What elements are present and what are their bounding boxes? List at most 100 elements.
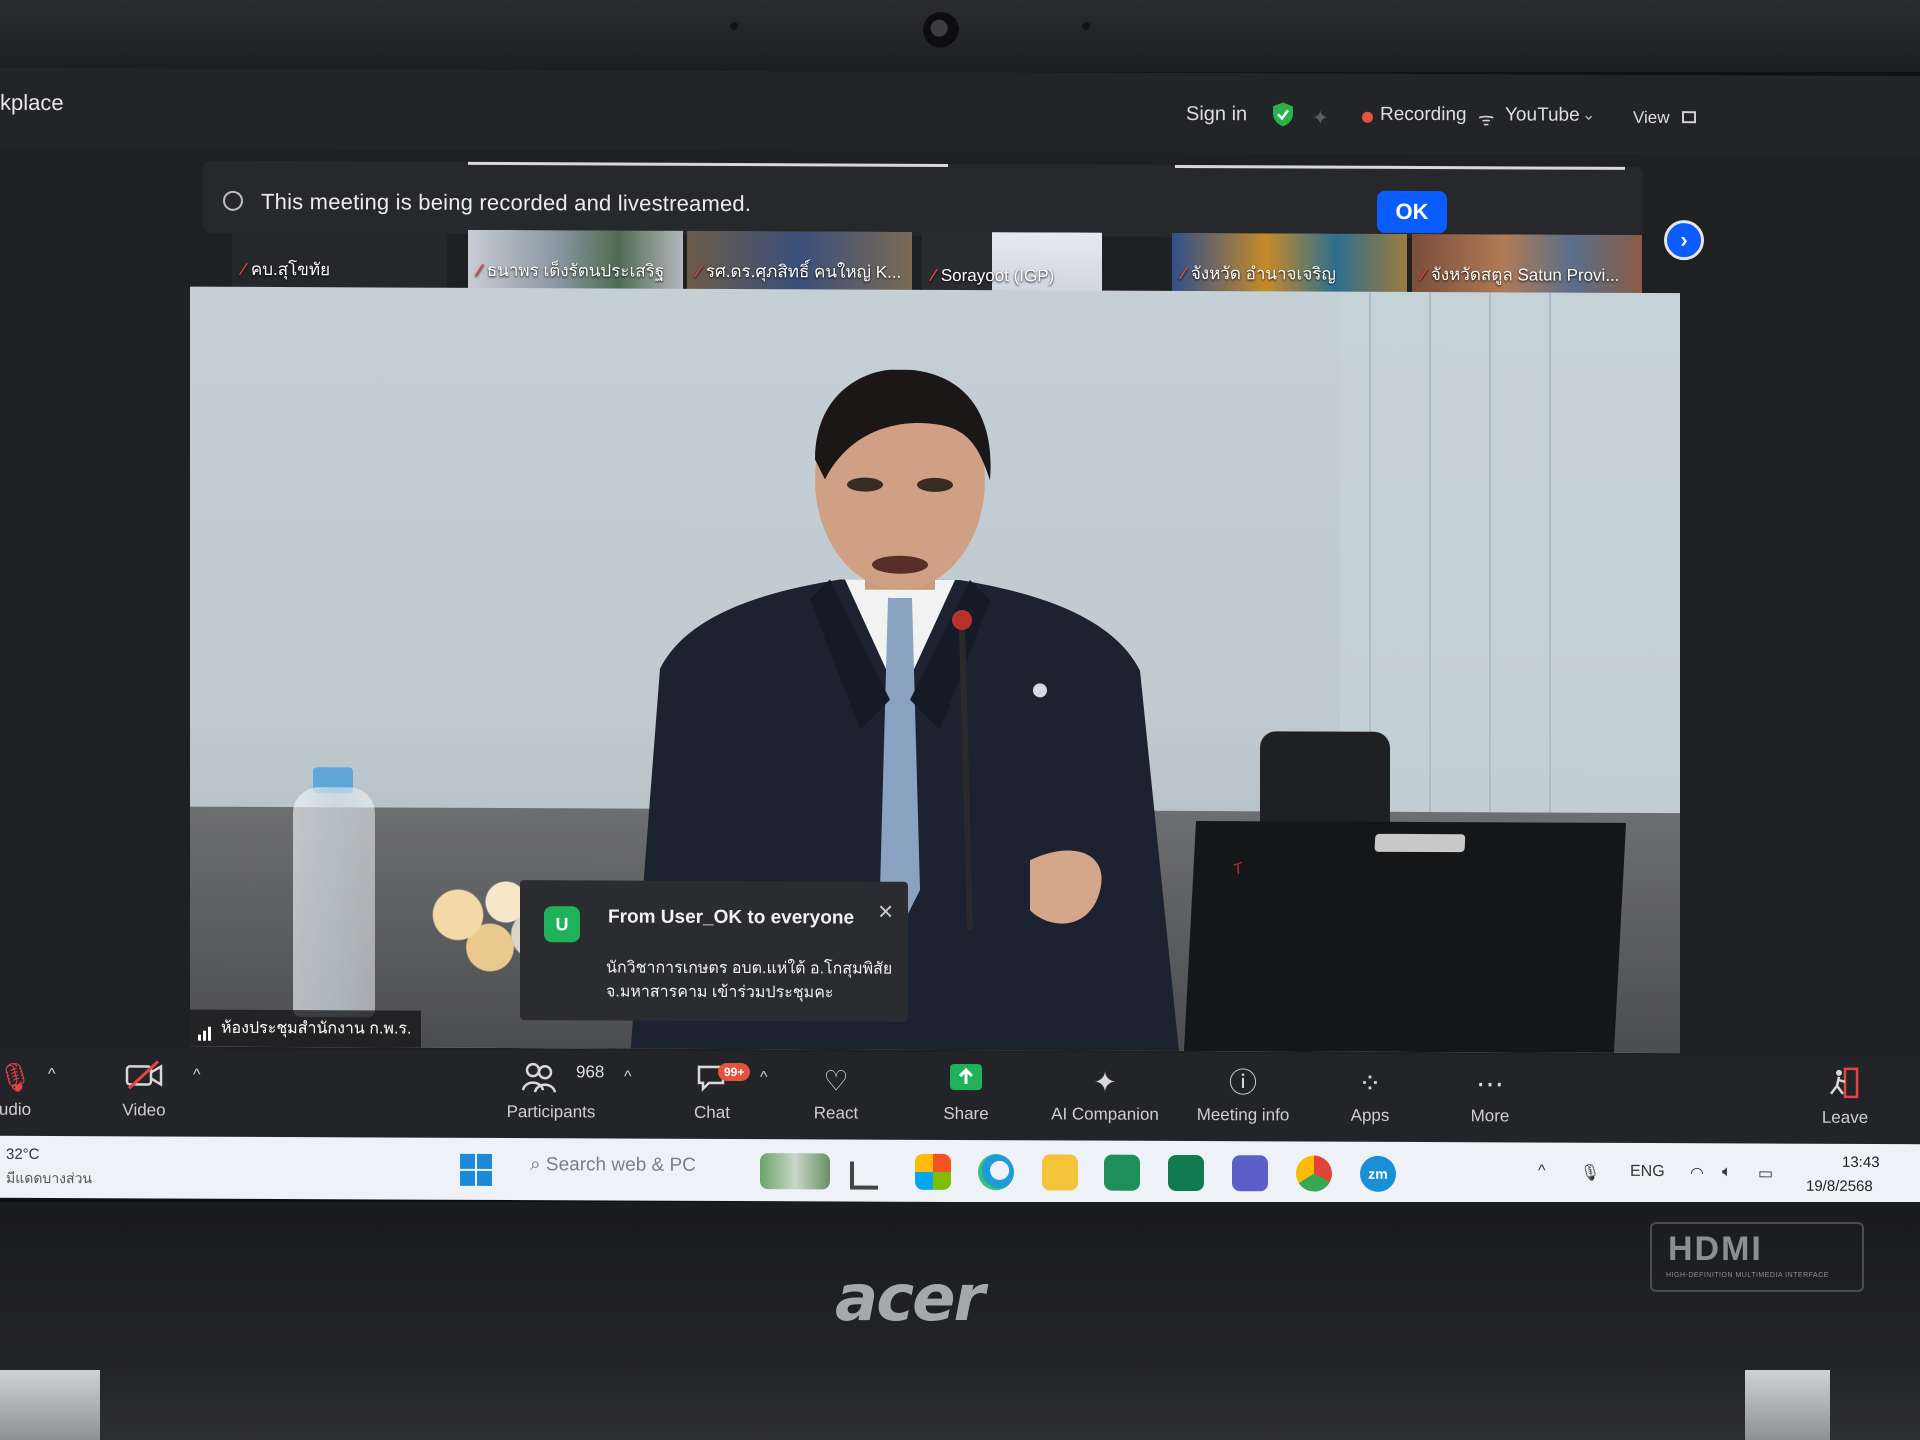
- weather-description: มีแดดบางส่วน: [6, 1169, 92, 1187]
- zoom-top-bar: kplace Sign in ✦ Recording ᯤ YouTube ⌄ V…: [0, 67, 1920, 157]
- mic-off-icon: ⁄: [478, 260, 481, 280]
- search-highlight-image[interactable]: [760, 1153, 830, 1190]
- taskbar-search-input[interactable]: ⌕ Search web & PC: [530, 1154, 696, 1177]
- banner-ok-button[interactable]: OK: [1377, 190, 1447, 234]
- laptop-lower-bezel: acer HDMI HIGH-DEFINITION MULTIMEDIA INT…: [0, 1202, 1920, 1440]
- audio-button[interactable]: 🎙︎ udio: [0, 1058, 75, 1121]
- sparkle-icon[interactable]: ✦: [1312, 106, 1329, 131]
- laptop-top-bezel: [0, 0, 1920, 72]
- photo-scene: kplace Sign in ✦ Recording ᯤ YouTube ⌄ V…: [0, 0, 1920, 1440]
- shield-check-icon[interactable]: [1272, 101, 1294, 127]
- chevron-right-icon: ›: [1680, 227, 1688, 253]
- clock-time[interactable]: 13:43: [1842, 1154, 1880, 1171]
- more-button[interactable]: ⋯ More: [1430, 1064, 1550, 1127]
- participant-tile[interactable]: ⁄ ธนาพร เต็งรัตนประเสริฐ: [468, 229, 683, 291]
- room-laptop: T: [1183, 821, 1627, 1053]
- share-screen-icon: [906, 1062, 1026, 1103]
- audio-options-caret[interactable]: ^: [48, 1066, 56, 1084]
- participant-name: ⁄ จังหวัดสตูล Satun Provi...: [1422, 265, 1620, 285]
- apps-icon: ⁘: [1358, 1067, 1382, 1099]
- chat-options-caret[interactable]: ^: [760, 1069, 768, 1087]
- bezel-sensor-dot: [730, 22, 738, 30]
- mic-off-icon: ⁄: [1422, 265, 1425, 285]
- share-button[interactable]: Share: [906, 1062, 1026, 1125]
- participant-tile[interactable]: ⁄ Sorayoot (IGP): [922, 231, 1102, 293]
- recording-info-icon: [223, 190, 243, 211]
- chat-notification-title: From User_OK to everyone: [608, 906, 855, 929]
- participant-name: ⁄ Sorayoot (IGP): [932, 265, 1055, 286]
- participant-tile[interactable]: ⁄ คบ.สุโขทัย: [232, 228, 447, 290]
- main-speaker-video[interactable]: T ห้องประชุมสำนักงาน ก.พ.ร.: [190, 286, 1680, 1054]
- task-view-icon[interactable]: [850, 1161, 878, 1190]
- info-icon: ⓘ: [1228, 1067, 1257, 1099]
- language-indicator[interactable]: ENG: [1630, 1163, 1665, 1181]
- webcam: [923, 12, 959, 48]
- speaker-name-label: ห้องประชุมสำนักงาน ก.พ.ร.: [190, 1009, 422, 1048]
- windows-taskbar: 32°C มีแดดบางส่วน ⌕ Search web & PC zm ^…: [0, 1135, 1920, 1207]
- chat-notification[interactable]: U From User_OK to everyone ✕ นักวิชาการเ…: [520, 880, 908, 1022]
- laptop-logo: T: [1231, 860, 1246, 880]
- next-page-button[interactable]: ›: [1664, 220, 1704, 261]
- banner-progress-segment: [558, 162, 948, 167]
- participants-options-caret[interactable]: ^: [624, 1069, 632, 1087]
- wifi-icon[interactable]: ◠: [1690, 1163, 1704, 1183]
- file-explorer-icon[interactable]: [1042, 1154, 1078, 1191]
- livestream-youtube-button[interactable]: YouTube: [1505, 104, 1580, 126]
- volume-icon[interactable]: 🔈︎: [1722, 1163, 1732, 1181]
- participant-name: ⁄ รศ.ดร.ศุภสิทธิ์ คนใหญ่ K...: [697, 261, 902, 282]
- weather-temperature[interactable]: 32°C: [6, 1146, 40, 1163]
- participant-tile[interactable]: ⁄ จังหวัดสตูล Satun Provi...: [1412, 233, 1642, 295]
- apps-button[interactable]: ⁘ Apps: [1310, 1064, 1430, 1127]
- meeting-info-button[interactable]: ⓘ Meeting info: [1183, 1063, 1303, 1126]
- hdmi-sticker: HDMI HIGH-DEFINITION MULTIMEDIA INTERFAC…: [1650, 1222, 1864, 1292]
- chat-notification-body: นักวิชาการเกษตร อบต.แห่ใต้ อ.โกสุมพิสัย …: [606, 959, 893, 1002]
- mic-off-icon: ⁄: [697, 261, 700, 281]
- microphone-tray-icon[interactable]: 🎙︎: [1580, 1163, 1600, 1183]
- chat-button[interactable]: Chat: [652, 1061, 772, 1124]
- participant-tile[interactable]: ⁄ จังหวัด อำนาจเจริญ: [1172, 232, 1407, 294]
- participant-tile[interactable]: ⁄ รศ.ดร.ศุภสิทธิ์ คนใหญ่ K...: [687, 230, 912, 292]
- tray-overflow-chevron-icon[interactable]: ^: [1538, 1163, 1546, 1181]
- chat-sender-avatar: U: [544, 906, 580, 943]
- signal-strength-icon: [198, 1023, 213, 1041]
- edge-browser-icon[interactable]: [978, 1154, 1014, 1191]
- teams-icon[interactable]: [1232, 1155, 1268, 1192]
- react-button[interactable]: ♡ React: [776, 1061, 896, 1124]
- recording-dot-icon: [1362, 111, 1373, 123]
- heart-icon: ♡: [823, 1065, 849, 1097]
- laptop-hinge-bar: [1374, 833, 1466, 853]
- video-off-icon: [84, 1058, 204, 1099]
- chrome-icon[interactable]: [1296, 1155, 1332, 1192]
- mic-off-icon: ⁄: [1182, 263, 1185, 283]
- participant-name: ⁄ คบ.สุโขทัย: [242, 259, 331, 280]
- search-icon: ⌕: [530, 1154, 541, 1176]
- participant-strip: ⁄ คบ.สุโขทัย ⁄ ธนาพร เต็งรัตนประเสริฐ ⁄ รศ.…: [232, 228, 1652, 295]
- mic-off-icon: ⁄: [242, 259, 245, 279]
- participant-name: ⁄ ธนาพร เต็งรัตนประเสริฐ: [478, 260, 665, 281]
- close-icon[interactable]: ✕: [877, 900, 894, 925]
- video-button[interactable]: Video: [84, 1058, 204, 1121]
- ai-companion-button[interactable]: ✦ AI Companion: [1045, 1062, 1165, 1125]
- mic-off-icon: ⁄: [932, 265, 935, 285]
- battery-icon[interactable]: ▭: [1758, 1163, 1773, 1183]
- sign-in-link[interactable]: Sign in: [1186, 103, 1247, 126]
- window-title: kplace: [0, 89, 64, 116]
- recording-notice-text: This meeting is being recorded and lives…: [261, 188, 752, 217]
- participants-count: 968: [576, 1062, 605, 1082]
- grid-view-icon[interactable]: [1682, 111, 1696, 124]
- recording-indicator[interactable]: Recording: [1380, 104, 1467, 126]
- leave-button[interactable]: Leave: [1785, 1066, 1905, 1129]
- copilot-icon[interactable]: [915, 1153, 951, 1190]
- microsoft-store-icon[interactable]: [1104, 1154, 1140, 1191]
- zoom-app-icon[interactable]: zm: [1360, 1155, 1396, 1192]
- chevron-down-icon[interactable]: ⌄: [1582, 105, 1595, 125]
- banner-progress-segment: [1175, 164, 1625, 170]
- windows-start-icon[interactable]: [460, 1153, 492, 1186]
- outlook-icon[interactable]: [1168, 1154, 1204, 1192]
- video-options-caret[interactable]: ^: [193, 1067, 201, 1085]
- participant-name: ⁄ จังหวัด อำนาจเจริญ: [1182, 263, 1336, 284]
- laptop-hinge: [0, 1370, 100, 1440]
- clock-date[interactable]: 19/8/2568: [1806, 1178, 1873, 1195]
- view-button[interactable]: View: [1633, 108, 1670, 128]
- acer-logo: acer: [835, 1262, 985, 1336]
